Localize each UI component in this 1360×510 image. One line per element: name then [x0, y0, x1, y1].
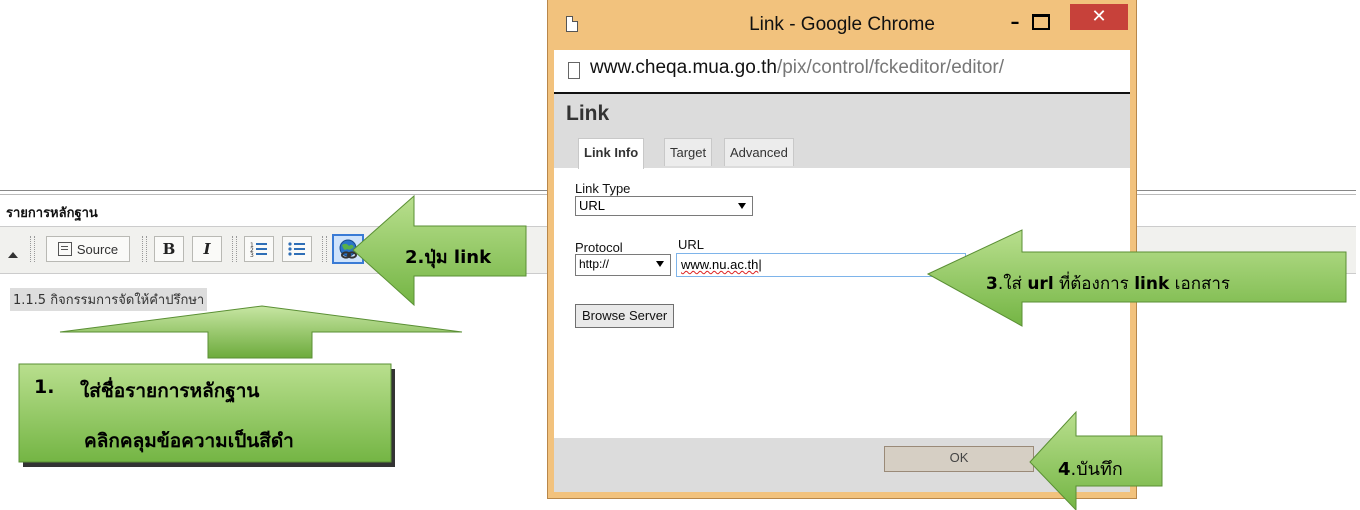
step3-text-c: เอกสาร [1169, 274, 1231, 294]
step1-arrow [59, 305, 463, 359]
step1-line2: คลิกคลุมข้อความเป็นสีดำ [84, 430, 294, 452]
step3-number: 3 [986, 274, 998, 294]
step1-line1: ใส่ชื่อรายการหลักฐาน [80, 380, 260, 402]
step1-number: 1. [34, 376, 55, 398]
step4-label: .บันทึก [1070, 459, 1123, 480]
step4-text: 4.บันทึก [1058, 454, 1123, 483]
step3-text: 3.ใส่ url ที่ต้องการ link เอกสาร [986, 270, 1230, 297]
step3-link: link [1134, 274, 1170, 294]
step4-number: 4 [1058, 459, 1071, 480]
step3-text-a: .ใส่ [997, 274, 1028, 294]
step2-text: 2.ปุ่ม link [405, 247, 492, 268]
step3-url: url [1027, 274, 1054, 294]
step3-text-b: ที่ต้องการ [1053, 274, 1135, 294]
